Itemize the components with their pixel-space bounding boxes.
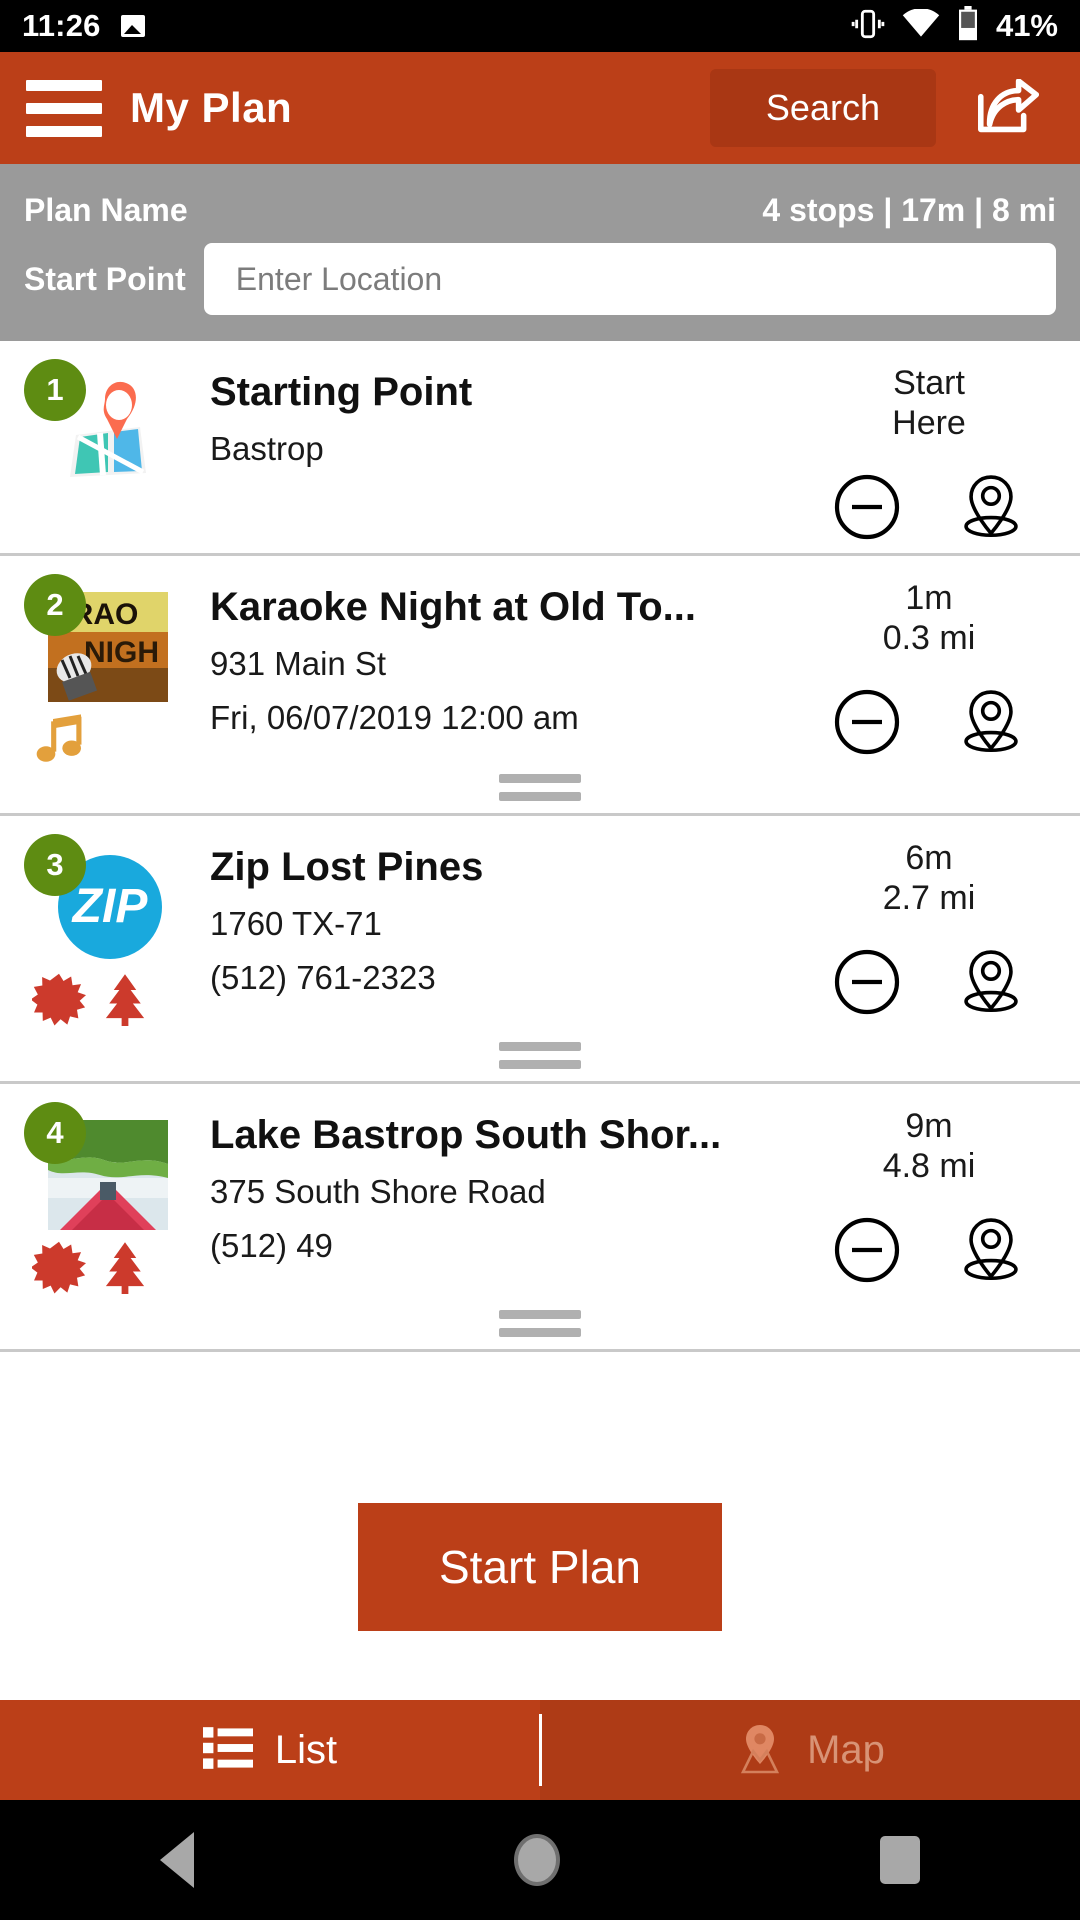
stop-title: Zip Lost Pines — [210, 845, 484, 890]
stop-actions-column: 1m 0.3 mi — [804, 578, 1054, 803]
minus-circle-icon[interactable] — [831, 686, 903, 758]
reorder-drag-handle[interactable] — [499, 1042, 581, 1070]
stop-title: Starting Point — [210, 370, 473, 414]
stop-eta-line1: 6m — [905, 839, 953, 878]
recents-square-icon[interactable] — [880, 1836, 920, 1884]
plan-stats: 4 stops | 17m | 8 mi — [762, 192, 1056, 228]
share-icon[interactable] — [966, 73, 1046, 143]
tree-icon — [98, 972, 152, 1031]
tree-icon — [98, 1240, 152, 1299]
minus-circle-icon[interactable] — [831, 471, 903, 543]
stop-details: Starting Point Bastrop — [178, 363, 804, 543]
svg-text:ZIP: ZIP — [71, 880, 149, 933]
stop-list: 1 Starting Point Bastrop Start Here 2 AR… — [0, 341, 1080, 1353]
image-icon — [120, 15, 145, 37]
page-title: My Plan — [130, 84, 293, 131]
table-row[interactable]: 4 Lake Bastrop South Shor... 375 South S… — [0, 1084, 1080, 1353]
stop-actions-column: 9m 4.8 mi — [804, 1106, 1054, 1339]
hamburger-menu-icon[interactable] — [26, 79, 102, 137]
stop-number-badge: 4 — [24, 1102, 86, 1165]
stop-eta-line1: 1m — [905, 579, 953, 618]
app-bar: My Plan Search — [0, 52, 1080, 164]
tab-map-label: Map — [807, 1727, 885, 1772]
status-bar: 11:26 41% — [0, 0, 1080, 52]
tab-map[interactable]: Map — [540, 1700, 1080, 1800]
stop-eta-line2: 4.8 mi — [882, 1147, 976, 1186]
stop-phone: (512) 49 — [210, 1226, 333, 1264]
stop-address: Bastrop — [210, 430, 324, 467]
plan-info-row-top: Plan Name 4 stops | 17m | 8 mi — [24, 182, 1056, 243]
map-pin-icon[interactable] — [955, 686, 1027, 758]
stop-address: 375 South Shore Road — [210, 1173, 546, 1211]
reorder-drag-handle[interactable] — [499, 774, 581, 802]
stop-details: Lake Bastrop South Shor... 375 South Sho… — [178, 1106, 804, 1339]
minus-circle-icon[interactable] — [831, 946, 903, 1018]
stop-title: Karaoke Night at Old To... — [210, 585, 696, 630]
plan-info-row-start: Start Point — [24, 243, 1056, 315]
stop-address: 1760 TX-71 — [210, 905, 382, 943]
stop-number-badge: 1 — [24, 359, 86, 421]
search-button[interactable]: Search — [709, 69, 936, 147]
burst-icon — [30, 972, 86, 1031]
bottom-tab-bar: List Map — [0, 1700, 1080, 1800]
stop-thumbnail-column: 1 — [24, 359, 178, 543]
stop-eta-line2: 0.3 mi — [882, 619, 976, 658]
plan-info-bar: Plan Name 4 stops | 17m | 8 mi Start Poi… — [0, 164, 1080, 341]
battery-percent: 41% — [995, 8, 1058, 43]
home-circle-icon[interactable] — [514, 1834, 560, 1886]
stop-eta-line1: 9m — [905, 1107, 953, 1146]
svg-text:NIGH: NIGH — [84, 636, 159, 669]
table-row[interactable]: 2 ARAO NIGH Karaoke Night at Old To... 9… — [0, 556, 1080, 817]
stop-actions-column: 6m 2.7 mi — [804, 838, 1054, 1071]
stop-eta-line2: 2.7 mi — [882, 879, 976, 918]
stop-title: Lake Bastrop South Shor... — [210, 1113, 722, 1158]
wifi-icon — [902, 7, 940, 44]
start-point-label: Start Point — [24, 260, 186, 297]
stop-phone: (512) 761-2323 — [210, 958, 436, 996]
stop-details: Zip Lost Pines 1760 TX-71 (512) 761-2323 — [178, 838, 804, 1071]
stop-category-icons — [32, 712, 178, 770]
map-pin-icon[interactable] — [955, 946, 1027, 1018]
tab-list-label: List — [274, 1727, 338, 1772]
stop-action-buttons — [831, 946, 1027, 1018]
table-row[interactable]: 3 ZIP Zip Lost Pines 1760 TX-71 (512) 76… — [0, 816, 1080, 1085]
stop-actions-column: Start Here — [804, 363, 1054, 543]
table-row[interactable]: 1 Starting Point Bastrop Start Here — [0, 341, 1080, 557]
stop-eta-line2: Here — [892, 404, 966, 443]
stop-thumbnail-column: 4 — [24, 1102, 178, 1339]
start-plan-button[interactable]: Start Plan — [358, 1503, 722, 1631]
stop-action-buttons — [831, 471, 1027, 543]
music-note-icon — [32, 712, 88, 773]
map-pin-icon — [735, 1722, 785, 1779]
tab-list[interactable]: List — [0, 1700, 540, 1800]
stop-action-buttons — [831, 1214, 1027, 1286]
back-triangle-icon[interactable] — [160, 1832, 194, 1888]
tab-divider — [539, 1714, 542, 1786]
stop-thumbnail-column: 3 ZIP — [24, 834, 178, 1071]
stop-details: Karaoke Night at Old To... 931 Main St F… — [178, 578, 804, 803]
app-screen: 11:26 41% My Plan Search Plan Name 4 sto… — [0, 0, 1080, 1920]
minus-circle-icon[interactable] — [831, 1214, 903, 1286]
stop-category-icons — [30, 1240, 178, 1299]
plan-name-label: Plan Name — [24, 192, 188, 228]
start-point-input[interactable] — [203, 243, 1056, 315]
stop-datetime: Fri, 06/07/2019 12:00 am — [210, 698, 579, 736]
status-bar-time: 11:26 — [22, 8, 101, 43]
reorder-drag-handle[interactable] — [499, 1310, 581, 1338]
stop-eta-line1: Start — [893, 364, 965, 402]
list-icon — [202, 1725, 253, 1776]
burst-icon — [30, 1240, 86, 1299]
stop-address: 931 Main St — [210, 645, 387, 683]
android-nav-bar — [0, 1800, 1080, 1920]
stop-category-icons — [30, 972, 178, 1031]
map-pin-icon[interactable] — [955, 1214, 1027, 1286]
stop-thumbnail-column: 2 ARAO NIGH — [24, 574, 178, 803]
stop-number-badge: 2 — [24, 574, 86, 637]
stop-number-badge: 3 — [24, 834, 86, 897]
vibrate-icon — [851, 7, 885, 46]
map-pin-icon[interactable] — [955, 471, 1027, 543]
stop-action-buttons — [831, 686, 1027, 758]
status-bar-right-icons: 41% — [851, 5, 1058, 47]
battery-icon — [957, 5, 979, 47]
